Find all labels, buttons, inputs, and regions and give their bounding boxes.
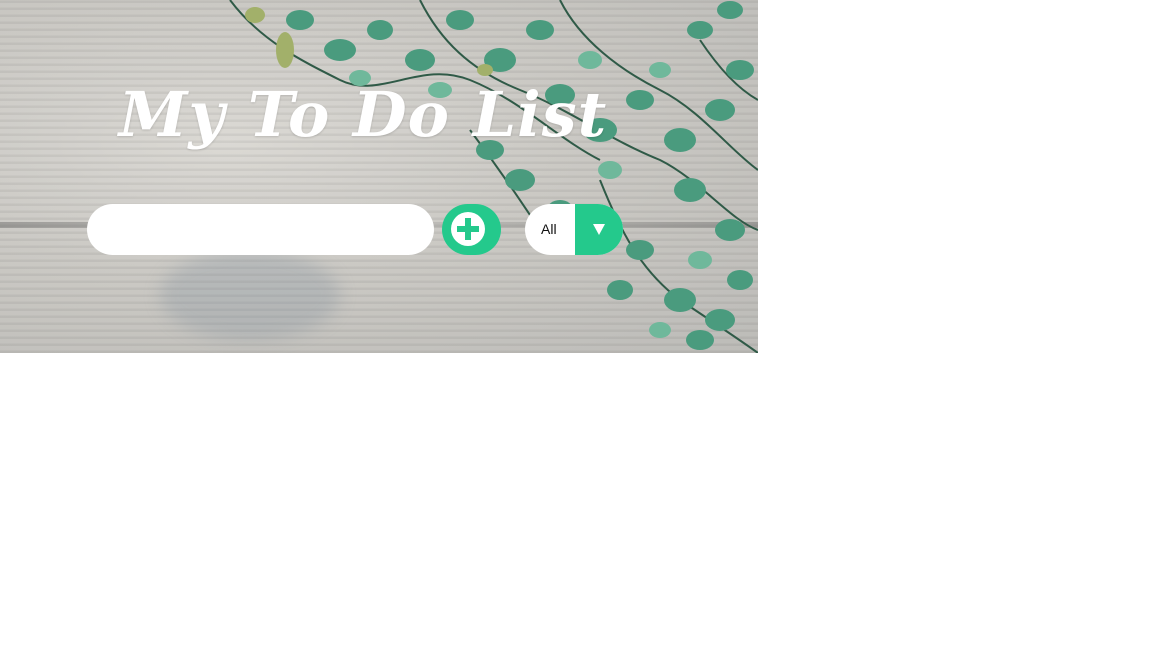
todo-input[interactable] <box>87 204 434 255</box>
ivy-vine-image <box>229 0 758 353</box>
plus-circle-icon <box>451 212 485 246</box>
page-title: My To Do List <box>118 78 608 151</box>
hero-background: My To Do List All <box>0 0 758 353</box>
filter-select[interactable]: All <box>525 204 623 255</box>
triangle-down-icon <box>593 224 605 235</box>
filter-dropdown-button[interactable] <box>575 204 623 255</box>
add-todo-button[interactable] <box>442 204 501 255</box>
filter-selected-value: All <box>541 221 557 237</box>
